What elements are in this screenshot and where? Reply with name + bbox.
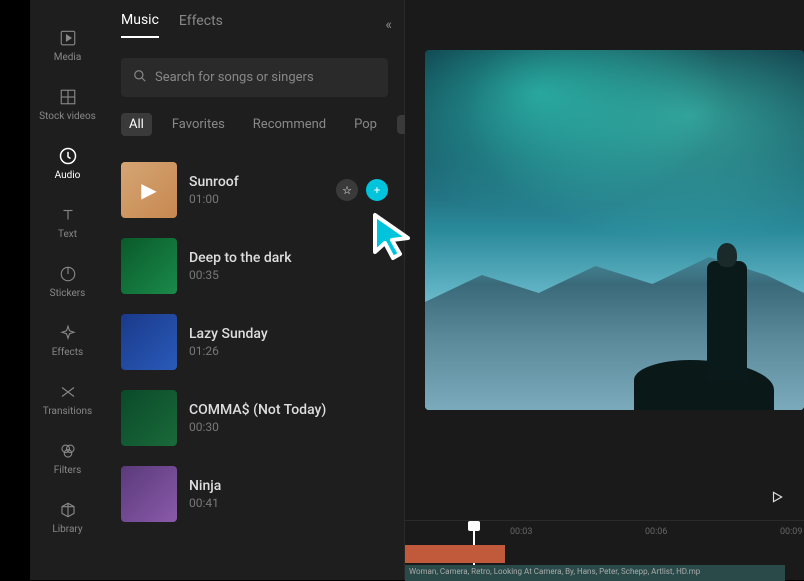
sidebar-item-label: Audio <box>55 170 81 181</box>
track-info: Lazy Sunday 01:26 <box>189 326 388 358</box>
play-box-icon <box>58 28 78 48</box>
filter-row: All Favorites Recommend Pop ▼ <box>105 105 404 144</box>
track-thumbnail[interactable] <box>121 390 177 446</box>
sidebar-item-label: Media <box>54 52 82 63</box>
sidebar-item-label: Stickers <box>50 288 86 299</box>
timeline[interactable]: 00:03 00:06 00:09 Woman, Camera, Retro, … <box>405 520 804 580</box>
grid-icon <box>58 87 78 107</box>
search-icon <box>133 68 147 87</box>
sparkle-icon <box>58 323 78 343</box>
track-duration: 01:00 <box>189 192 324 206</box>
track-thumbnail[interactable] <box>121 314 177 370</box>
play-controls <box>405 477 804 520</box>
track-duration: 00:41 <box>189 496 388 510</box>
collapse-panel-icon[interactable]: « <box>385 17 392 33</box>
text-icon <box>58 205 78 225</box>
search-box[interactable] <box>121 58 388 97</box>
play-icon: ▶ <box>141 178 156 202</box>
cursor-pointer-icon <box>370 210 420 269</box>
cube-icon <box>58 500 78 520</box>
preview-video[interactable] <box>425 50 804 410</box>
timeline-clip-audio[interactable] <box>405 545 505 563</box>
tab-music[interactable]: Music <box>121 12 159 38</box>
filter-favorites[interactable]: Favorites <box>164 113 233 136</box>
sidebar-item-transitions[interactable]: Transitions <box>30 374 105 425</box>
sidebar-item-label: Library <box>52 524 82 535</box>
track-item[interactable]: COMMA$ (Not Today) 00:30 <box>121 380 388 456</box>
sidebar-item-media[interactable]: Media <box>30 20 105 71</box>
search-input[interactable] <box>155 70 376 85</box>
track-info: Ninja 00:41 <box>189 478 388 510</box>
track-thumbnail[interactable] <box>121 466 177 522</box>
track-list: ▶ Sunroof 01:00 ☆ + Deep to the dark 00:… <box>105 144 404 580</box>
track-duration: 00:30 <box>189 420 388 434</box>
sidebar-item-label: Filters <box>54 465 82 476</box>
track-item[interactable]: ▶ Sunroof 01:00 ☆ + <box>121 152 388 228</box>
sidebar-item-library[interactable]: Library <box>30 492 105 543</box>
track-title: Sunroof <box>189 174 324 190</box>
sidebar-item-filters[interactable]: Filters <box>30 433 105 484</box>
track-title: Ninja <box>189 478 388 494</box>
track-info: COMMA$ (Not Today) 00:30 <box>189 402 388 434</box>
tab-effects[interactable]: Effects <box>179 13 223 37</box>
track-item[interactable]: Ninja 00:41 <box>121 456 388 532</box>
track-title: COMMA$ (Not Today) <box>189 402 388 418</box>
track-info: Deep to the dark 00:35 <box>189 250 388 282</box>
sidebar-item-audio[interactable]: Audio <box>30 138 105 189</box>
add-track-button[interactable]: + <box>366 179 388 201</box>
transitions-icon <box>58 382 78 402</box>
sidebar-item-stock-videos[interactable]: Stock videos <box>30 79 105 130</box>
filter-recommend[interactable]: Recommend <box>245 113 334 136</box>
time-mark: 00:06 <box>645 527 667 537</box>
track-duration: 00:35 <box>189 268 388 282</box>
track-title: Lazy Sunday <box>189 326 388 342</box>
sidebar-item-text[interactable]: Text <box>30 197 105 248</box>
sidebar-item-label: Stock videos <box>39 111 96 122</box>
time-mark: 00:09 <box>780 527 802 537</box>
audio-icon <box>58 146 78 166</box>
left-sidebar: Media Stock videos Audio Text Stickers E… <box>30 0 105 580</box>
track-info: Sunroof 01:00 <box>189 174 324 206</box>
clock-icon <box>58 264 78 284</box>
sidebar-item-label: Text <box>58 229 77 240</box>
time-mark: 00:03 <box>510 527 532 537</box>
sidebar-item-effects[interactable]: Effects <box>30 315 105 366</box>
track-item[interactable]: Deep to the dark 00:35 <box>121 228 388 304</box>
track-duration: 01:26 <box>189 344 388 358</box>
filter-all[interactable]: All <box>121 113 152 136</box>
sidebar-item-label: Effects <box>52 347 83 358</box>
track-thumbnail[interactable]: ▶ <box>121 162 177 218</box>
play-button[interactable] <box>770 489 784 508</box>
filters-icon <box>58 441 78 461</box>
panel-tabs: Music Effects « <box>105 0 404 50</box>
track-thumbnail[interactable] <box>121 238 177 294</box>
music-panel: Music Effects « All Favorites Recommend … <box>105 0 405 580</box>
sidebar-item-stickers[interactable]: Stickers <box>30 256 105 307</box>
track-item[interactable]: Lazy Sunday 01:26 <box>121 304 388 380</box>
favorite-button[interactable]: ☆ <box>336 179 358 201</box>
sidebar-item-label: Transitions <box>43 406 92 417</box>
filter-pop[interactable]: Pop <box>346 113 385 136</box>
timeline-clip-video[interactable]: Woman, Camera, Retro, Looking At Camera,… <box>405 565 785 581</box>
main-area: 00:03 00:06 00:09 Woman, Camera, Retro, … <box>405 0 804 580</box>
track-title: Deep to the dark <box>189 250 388 266</box>
preview-area <box>405 0 804 477</box>
